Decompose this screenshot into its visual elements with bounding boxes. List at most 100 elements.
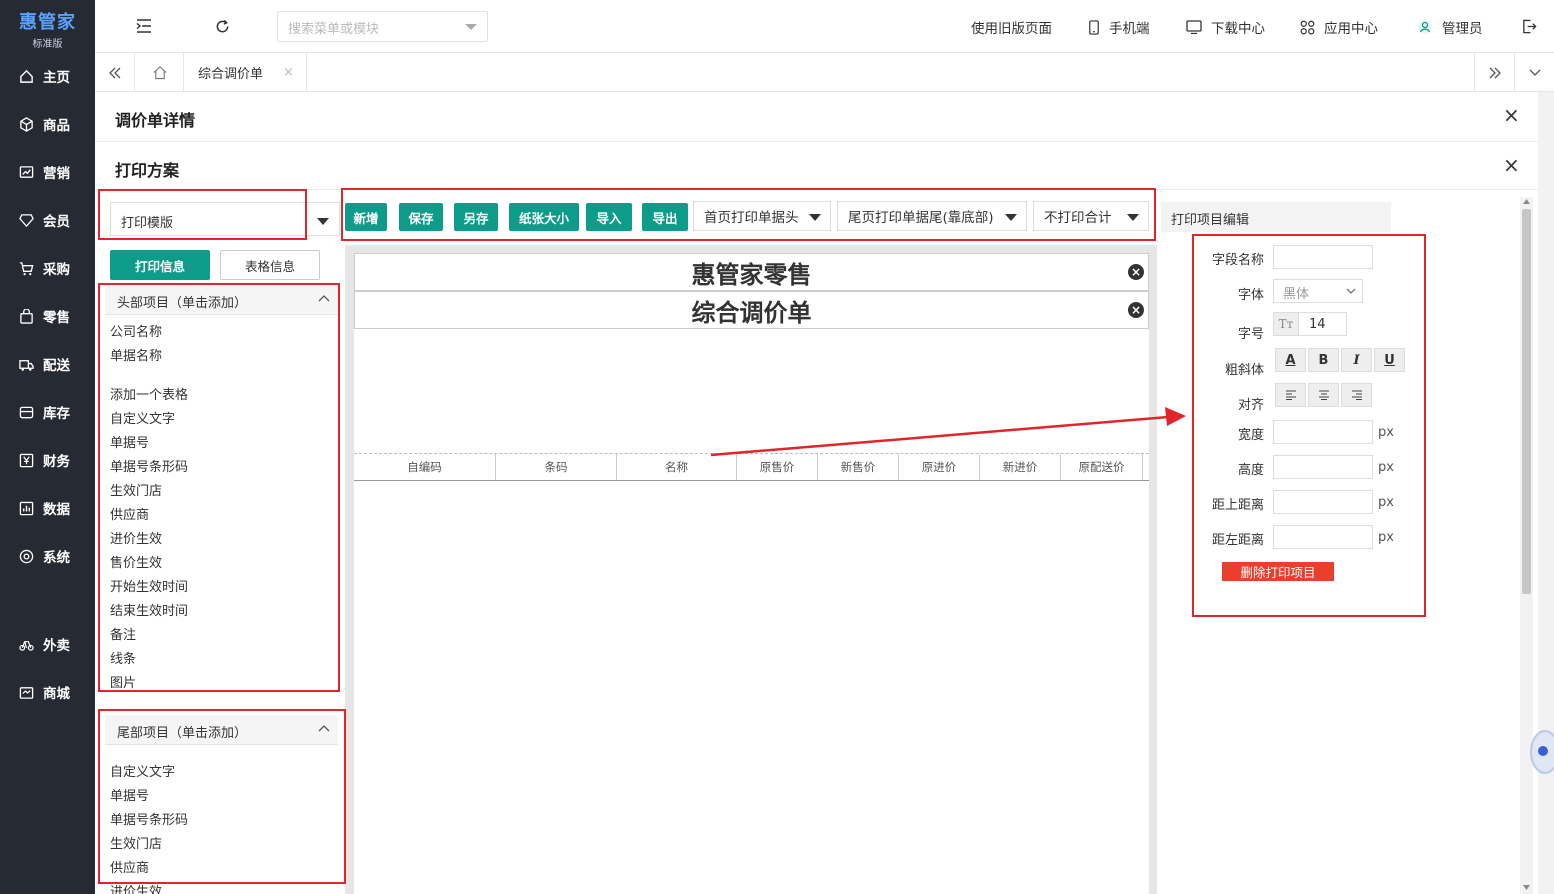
footer-items-panel-head[interactable]: 尾部项目（单击添加） [105, 715, 338, 745]
header-item[interactable]: 图片 [110, 672, 136, 691]
width-input[interactable] [1273, 420, 1373, 444]
doc-name-item[interactable]: 综合调价单 × [354, 291, 1149, 329]
footer-item[interactable]: 生效门店 [110, 833, 162, 852]
sidebar-item-mall[interactable]: 商城 [0, 670, 95, 714]
logo[interactable]: 惠管家 标准版 [0, 0, 95, 50]
sidebar-item-retail[interactable]: 零售 [0, 294, 95, 338]
old-version-link[interactable]: 使用旧版页面 [971, 17, 1052, 37]
sidebar-item-purchase[interactable]: 采购 [0, 246, 95, 290]
footer-item[interactable]: 供应商 [110, 857, 149, 876]
table-column[interactable]: 原售价 [737, 454, 818, 480]
refresh-icon[interactable] [213, 17, 231, 35]
font-color-button[interactable]: A [1275, 348, 1306, 372]
scroll-up-icon[interactable] [1523, 199, 1530, 204]
top-offset-input[interactable] [1273, 490, 1373, 514]
print-paper[interactable]: 惠管家零售 × 综合调价单 × 自编码 条码 名称 原售价 新售价 原进价 新进… [354, 253, 1149, 894]
template-select[interactable]: 打印模版 [110, 202, 340, 236]
header-item[interactable]: 线条 [110, 648, 136, 667]
import-button[interactable]: 导入 [586, 203, 632, 231]
italic-button[interactable]: I [1341, 348, 1372, 372]
table-column[interactable]: 原配送价 [1061, 454, 1143, 480]
save-as-button[interactable]: 另存 [454, 203, 498, 231]
table-column[interactable]: 新进价 [980, 454, 1061, 480]
tabs-scroll-left-button[interactable] [95, 53, 135, 92]
table-info-button[interactable]: 表格信息 [220, 250, 320, 280]
new-button[interactable]: 新增 [345, 203, 387, 231]
export-button[interactable]: 导出 [642, 203, 688, 231]
table-column[interactable]: 原进价 [899, 454, 980, 480]
sidebar-item-delivery[interactable]: 配送 [0, 342, 95, 386]
delete-print-item-button[interactable]: 删除打印项目 [1222, 562, 1334, 581]
paper-size-button[interactable]: 纸张大小 [509, 203, 579, 231]
header-item[interactable]: 单据号条形码 [110, 456, 188, 475]
tabs-menu-button[interactable] [1514, 53, 1554, 92]
sidebar-item-member[interactable]: 会员 [0, 198, 95, 242]
sidebar-item-takeout[interactable]: 外卖 [0, 622, 95, 666]
remove-item-icon[interactable]: × [1128, 302, 1144, 318]
field-name-input[interactable] [1273, 245, 1373, 269]
header-item[interactable]: 单据号 [110, 432, 149, 451]
height-input[interactable] [1273, 455, 1373, 479]
table-column[interactable]: 条码 [496, 454, 617, 480]
close-print-icon[interactable]: × [1503, 153, 1520, 177]
table-header-row[interactable]: 自编码 条码 名称 原售价 新售价 原进价 新进价 原配送价 [354, 453, 1149, 481]
home-tab[interactable] [136, 53, 183, 92]
first-page-header-dropdown[interactable]: 首页打印单据头 [693, 201, 831, 231]
header-item[interactable]: 生效门店 [110, 480, 162, 499]
user-menu[interactable]: 管理员 [1417, 17, 1483, 37]
sidebar-item-home[interactable]: 主页 [0, 54, 95, 98]
tabs-scroll-right-button[interactable] [1474, 53, 1514, 92]
last-page-footer-dropdown[interactable]: 尾页打印单据尾(靠底部) [837, 201, 1027, 231]
align-left-button[interactable] [1275, 383, 1306, 407]
font-select[interactable]: 黑体 [1273, 279, 1363, 303]
tab-price-adjustment[interactable]: 综合调价单 × [183, 53, 307, 92]
menu-toggle-icon[interactable] [135, 17, 153, 35]
header-item[interactable]: 售价生效 [110, 552, 162, 571]
remove-item-icon[interactable]: × [1128, 264, 1144, 280]
align-center-button[interactable] [1308, 383, 1339, 407]
header-item[interactable]: 自定义文字 [110, 408, 175, 427]
sidebar-item-goods[interactable]: 商品 [0, 102, 95, 146]
app-center-link[interactable]: 应用中心 [1300, 17, 1378, 37]
mobile-link[interactable]: 手机端 [1088, 17, 1150, 37]
header-item[interactable]: 公司名称 [110, 321, 162, 340]
chevron-down-icon[interactable] [317, 218, 329, 225]
sidebar-item-inventory[interactable]: 库存 [0, 390, 95, 434]
chevron-up-icon[interactable] [318, 721, 330, 736]
header-item[interactable]: 添加一个表格 [110, 384, 188, 403]
header-item[interactable]: 结束生效时间 [110, 600, 188, 619]
print-info-button[interactable]: 打印信息 [110, 250, 210, 280]
close-detail-icon[interactable]: × [1503, 103, 1520, 127]
footer-item[interactable]: 自定义文字 [110, 761, 175, 780]
footer-item[interactable]: 进价生效 [110, 881, 162, 894]
chevron-up-icon[interactable] [318, 291, 330, 306]
left-offset-input[interactable] [1273, 525, 1373, 549]
print-total-dropdown[interactable]: 不打印合计 [1033, 201, 1149, 231]
table-column[interactable]: 自编码 [354, 454, 496, 480]
bold-button[interactable]: B [1308, 348, 1339, 372]
header-item[interactable]: 备注 [110, 624, 136, 643]
header-items-panel-head[interactable]: 头部项目（单击添加） [105, 285, 338, 315]
company-name-item[interactable]: 惠管家零售 × [354, 253, 1149, 291]
save-button[interactable]: 保存 [399, 203, 443, 231]
footer-item[interactable]: 单据号 [110, 785, 149, 804]
logout-icon[interactable] [1520, 17, 1538, 35]
download-center-link[interactable]: 下载中心 [1186, 17, 1265, 37]
table-column[interactable]: 新售价 [818, 454, 899, 480]
sidebar-item-data[interactable]: 数据 [0, 486, 95, 530]
footer-item[interactable]: 单据号条形码 [110, 809, 188, 828]
sidebar-item-marketing[interactable]: 营销 [0, 150, 95, 194]
header-item[interactable]: 单据名称 [110, 345, 162, 364]
table-column[interactable]: 名称 [617, 454, 737, 480]
sidebar-item-system[interactable]: 系统 [0, 534, 95, 578]
search-input[interactable]: 搜索菜单或模块 [277, 11, 488, 42]
header-item[interactable]: 供应商 [110, 504, 149, 523]
scroll-down-icon[interactable] [1523, 885, 1530, 890]
font-size-input[interactable]: Tт 14 [1273, 312, 1347, 336]
underline-button[interactable]: U [1374, 348, 1405, 372]
header-item[interactable]: 开始生效时间 [110, 576, 188, 595]
scrollbar-thumb[interactable] [1522, 209, 1531, 594]
close-icon[interactable]: × [283, 65, 294, 80]
header-item[interactable]: 进价生效 [110, 528, 162, 547]
assistant-bot-icon[interactable] [1530, 730, 1554, 774]
